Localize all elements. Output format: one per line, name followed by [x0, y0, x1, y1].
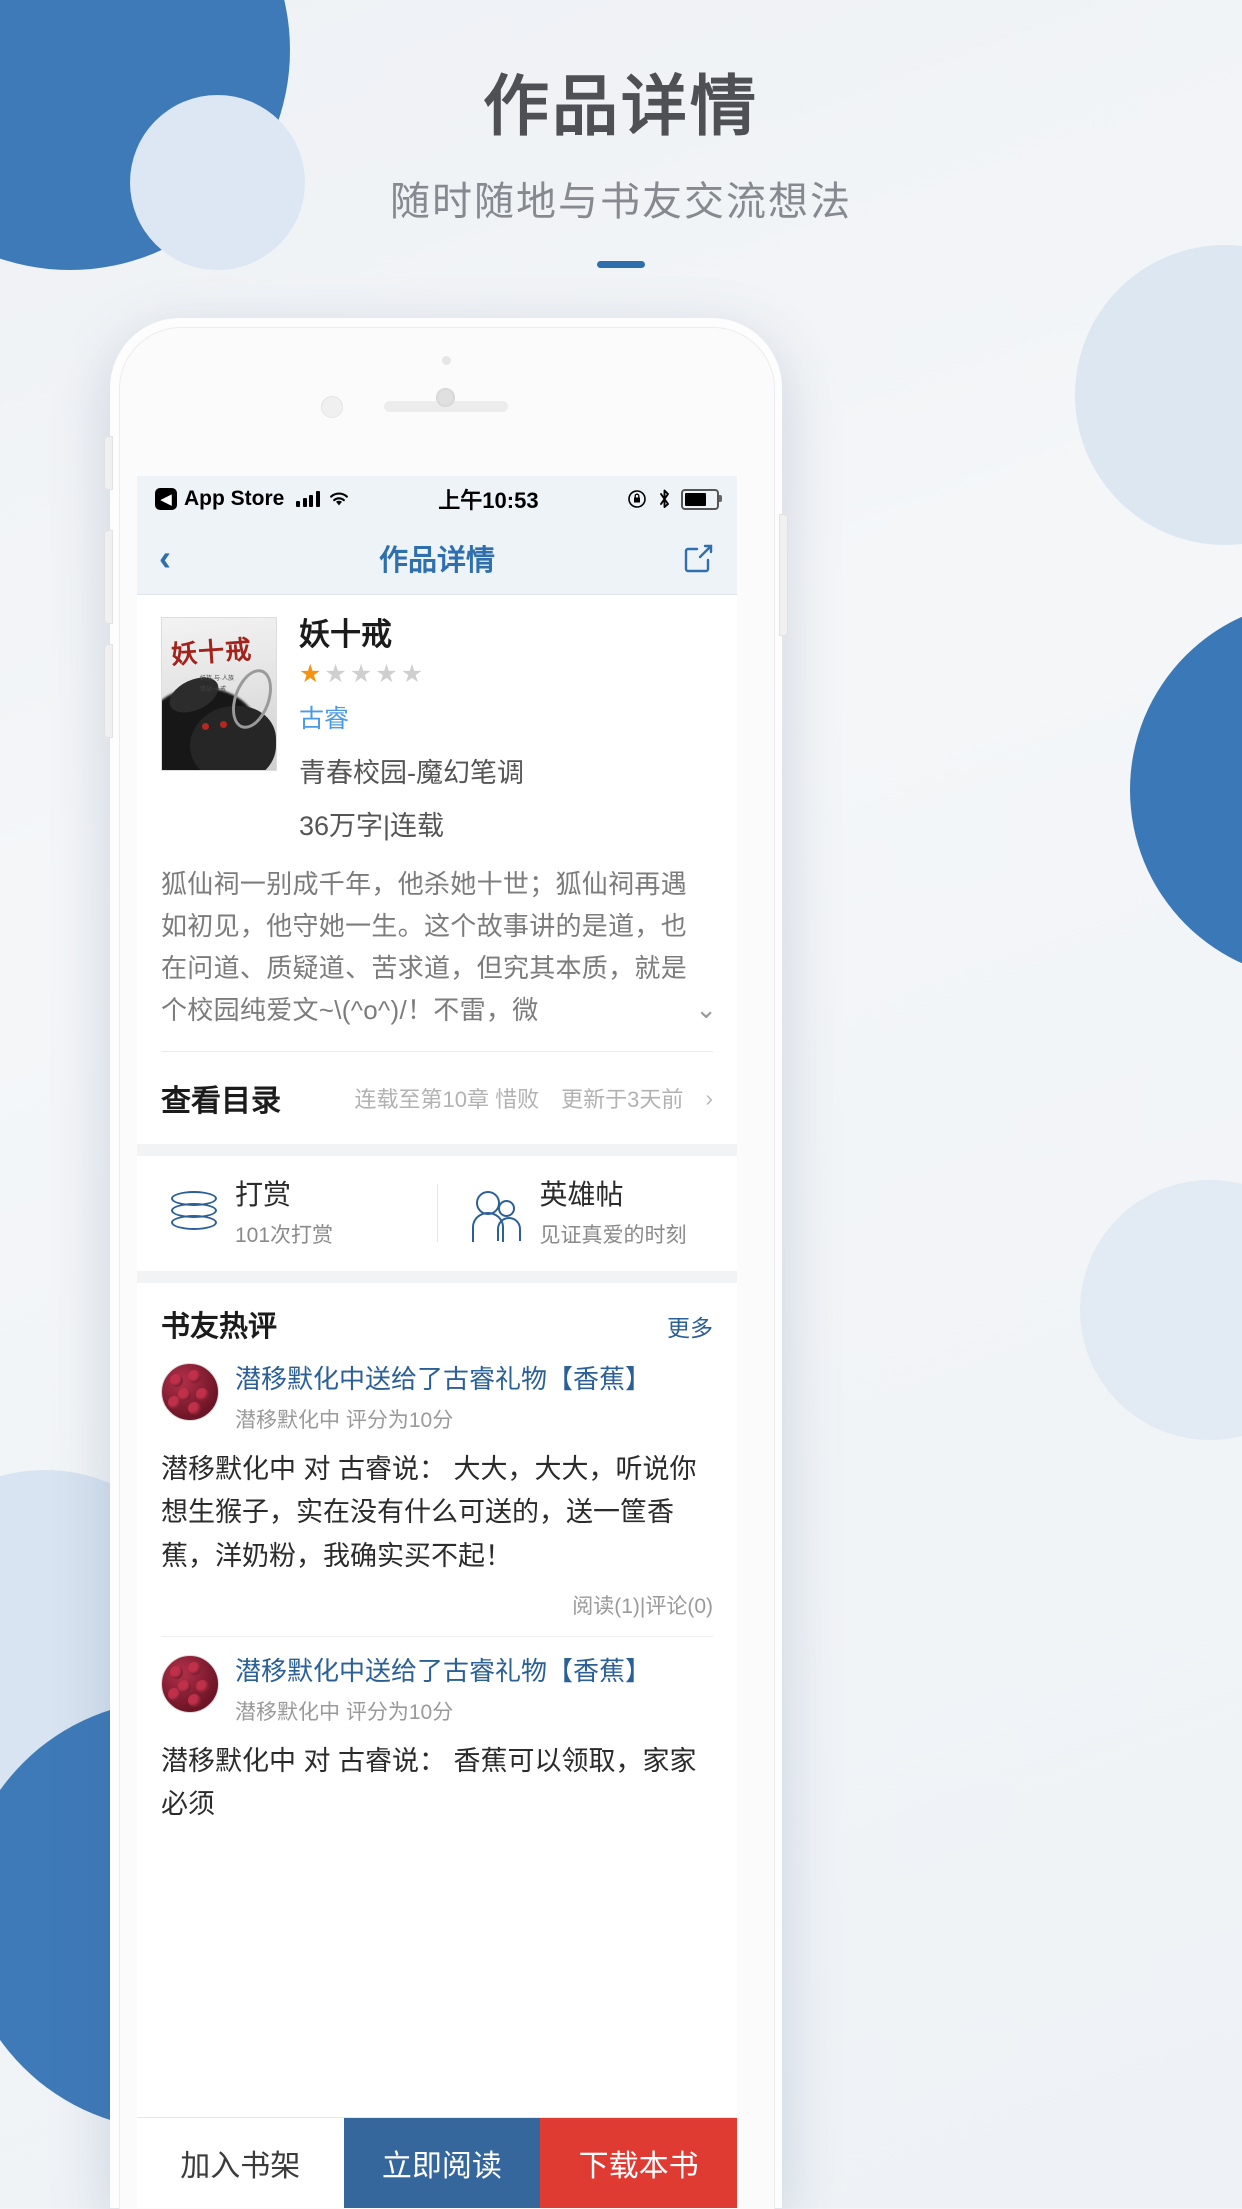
bg-blob: [1075, 245, 1242, 545]
comment-footer: 阅读(1)|评论(0): [572, 1594, 713, 1618]
power-button: [779, 514, 788, 636]
share-button[interactable]: [681, 541, 715, 575]
book-category: 青春校园-魔幻笔调: [299, 757, 524, 788]
phone-mockup: ◀ App Store 上午10:53 ‹ 作品详情 妖十戒 妖族·与·人族 情…: [104, 318, 788, 2209]
avatar: [161, 1362, 219, 1421]
avatar: [161, 1654, 219, 1713]
page-title: 作品详情: [378, 545, 495, 577]
comment-title[interactable]: 潜移默化中送给了古睿礼物【香蕉】: [235, 1363, 713, 1396]
status-left: ◀ App Store: [155, 487, 351, 511]
comments-header: 书友热评 更多: [161, 1303, 713, 1345]
book-info: 妖十戒 ★★★★★ 古睿 青春校园-魔幻笔调 36万字|连载: [299, 617, 713, 843]
volume-down-button: [104, 644, 113, 738]
wifi-icon: [329, 492, 348, 506]
promo-underline: [597, 260, 645, 268]
promo-title: 作品详情: [483, 69, 759, 143]
reward-text: 打赏 101次打赏: [235, 1178, 333, 1249]
hero-post-subtitle: 见证真爱的时刻: [539, 1223, 687, 1247]
signal-bars-icon: [296, 491, 320, 507]
bottom-action-bar: 加入书架 立即阅读 下载本书: [137, 2117, 737, 2208]
comment-text: 潜移默化中 对 古睿说： 香蕉可以领取，家家必须: [161, 1746, 697, 1820]
book-cover[interactable]: 妖十戒 妖族·与·人族 情劫·十戒: [161, 617, 277, 771]
comment-item[interactable]: 潜移默化中送给了古睿礼物【香蕉】 潜移默化中 评分为10分: [161, 1637, 713, 1727]
cover-sub-line: 妖族·与·人族: [200, 676, 234, 682]
phone-screen: ◀ App Store 上午10:53 ‹ 作品详情 妖十戒 妖族·与·人族 情…: [137, 476, 737, 2208]
comment-title[interactable]: 潜移默化中送给了古睿礼物【香蕉】: [235, 1655, 713, 1688]
comment-body: 潜移默化中送给了古睿礼物【香蕉】 潜移默化中 评分为10分: [235, 1655, 713, 1727]
catalog-updated: 更新于3天前: [561, 1087, 684, 1113]
rotation-lock-icon: [628, 490, 646, 508]
reward-subtitle: 101次打赏: [235, 1223, 334, 1247]
comment-item[interactable]: 潜移默化中送给了古睿礼物【香蕉】 潜移默化中 评分为10分: [161, 1345, 713, 1435]
status-bar: ◀ App Store 上午10:53: [137, 476, 737, 522]
comment-meta: 潜移默化中 评分为10分: [235, 1701, 454, 1725]
two-people-icon: [471, 1191, 522, 1243]
catalog-progress: 连载至第10章 惜败: [354, 1087, 540, 1113]
read-now-button[interactable]: 立即阅读: [343, 2118, 541, 2208]
section-gap: [137, 1270, 737, 1283]
chevron-down-icon[interactable]: ⌄: [695, 994, 717, 1025]
add-to-shelf-button[interactable]: 加入书架: [137, 2118, 344, 2208]
navigation-bar: ‹ 作品详情: [137, 522, 737, 595]
book-header: 妖十戒 妖族·与·人族 情劫·十戒 妖十戒 ★★★★★ 古睿 青春校园-魔幻笔调…: [137, 595, 737, 851]
reward-action[interactable]: 打赏 101次打赏: [137, 1178, 437, 1249]
promo-headline: 作品详情 随时随地与书友交流想法: [0, 70, 1242, 268]
cover-sub-line: 情劫·十戒: [200, 687, 226, 694]
hero-post-action[interactable]: 英雄帖 见证真爱的时刻: [438, 1178, 738, 1249]
cover-eye-dot: [202, 723, 209, 730]
bluetooth-icon: [660, 489, 669, 508]
action-row: 打赏 101次打赏 英雄帖 见证真爱的时刻: [137, 1156, 737, 1271]
front-camera: [321, 396, 343, 418]
comments-heading: 书友热评: [161, 1310, 278, 1343]
carrier-label: App Store: [184, 487, 285, 510]
front-camera-lens: [436, 388, 455, 407]
catalog-meta: 连载至第10章 惜败 更新于3天前 ›: [354, 1082, 713, 1114]
comments-more-link[interactable]: 更多: [667, 1309, 713, 1343]
hero-post-title: 英雄帖: [539, 1179, 624, 1211]
reward-title: 打赏: [235, 1179, 292, 1211]
cover-eye-dot: [220, 721, 227, 728]
comment-meta: 潜移默化中 评分为10分: [235, 1409, 454, 1433]
catalog-label: 查看目录: [161, 1085, 281, 1119]
bg-blob: [1130, 600, 1242, 980]
rating-stars[interactable]: ★★★★★: [299, 661, 713, 687]
status-right: [626, 488, 722, 510]
bg-blob: [1080, 1180, 1242, 1440]
comments-section: 书友热评 更多 潜移默化中送给了古睿礼物【香蕉】 潜移默化中 评分为10分 潜移…: [137, 1282, 737, 1827]
coin-stack-icon: [171, 1191, 217, 1235]
promo-subtitle: 随时随地与书友交流想法: [390, 179, 852, 224]
description-text: 狐仙祠一别成千年，他杀她十世；狐仙祠再遇如初见，他守她一生。这个故事讲的是道，也…: [161, 868, 688, 1025]
cover-subtitle-text: 妖族·与·人族 情劫·十戒: [200, 674, 234, 697]
section-gap: [137, 1144, 737, 1157]
cover-title-text: 妖十戒: [170, 634, 254, 670]
book-title: 妖十戒: [299, 617, 392, 652]
back-to-appstore-icon[interactable]: ◀: [155, 488, 177, 510]
download-book-button[interactable]: 下载本书: [540, 2118, 737, 2208]
book-wordcount: 36万字|连载: [299, 810, 445, 841]
mute-switch: [104, 436, 113, 490]
status-time: 上午10:53: [438, 488, 539, 513]
chevron-right-icon: ›: [705, 1084, 713, 1111]
comment-text: 潜移默化中 对 古睿说： 大大，大大，听说你想生猴子，实在没有什么可送的，送一筐…: [161, 1454, 697, 1571]
share-external-icon: [684, 544, 713, 573]
catalog-row[interactable]: 查看目录 连载至第10章 惜败 更新于3天前 ›: [137, 1052, 737, 1145]
hero-post-text: 英雄帖 见证真爱的时刻: [540, 1178, 687, 1249]
proximity-sensor: [442, 356, 451, 365]
battery-icon: [681, 488, 722, 510]
comment-body: 潜移默化中送给了古睿礼物【香蕉】 潜移默化中 评分为10分: [235, 1363, 713, 1435]
volume-up-button: [104, 530, 113, 624]
book-description[interactable]: 狐仙祠一别成千年，他杀她十世；狐仙祠再遇如初见，他守她一生。这个故事讲的是道，也…: [137, 850, 737, 1052]
book-author-link[interactable]: 古睿: [299, 699, 713, 735]
back-button[interactable]: ‹: [159, 540, 171, 576]
